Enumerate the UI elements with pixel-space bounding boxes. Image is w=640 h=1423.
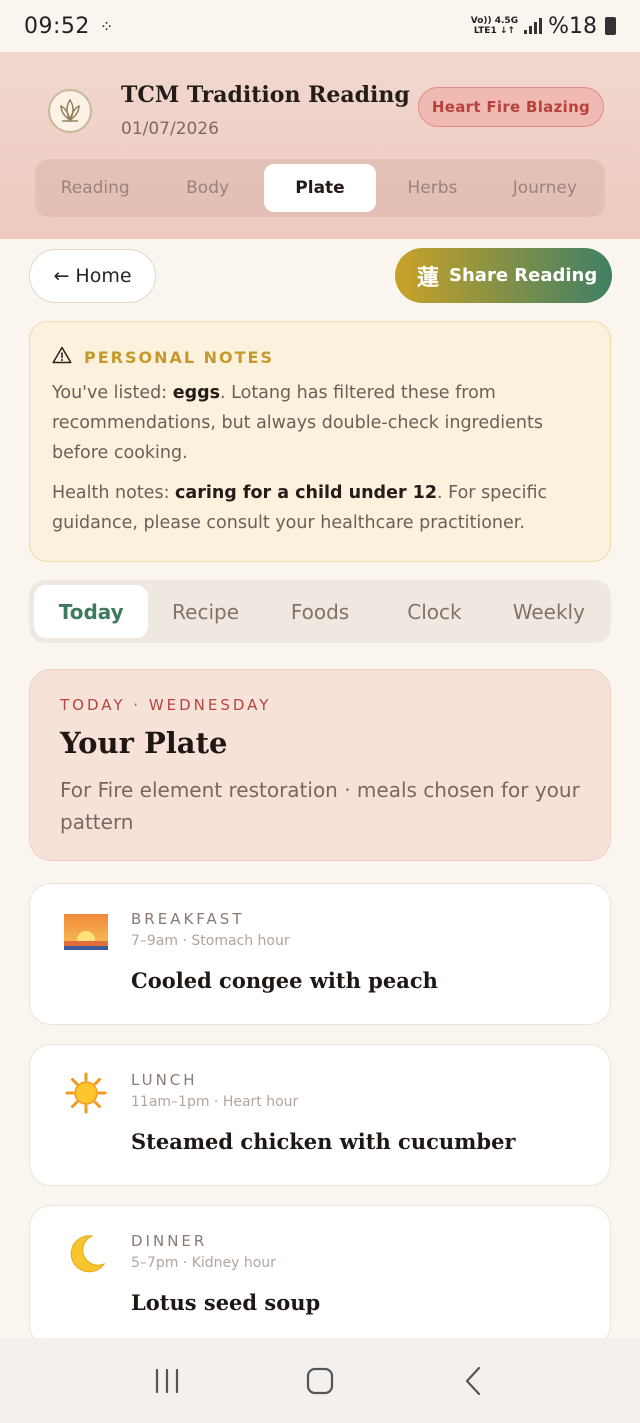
battery-icon	[605, 17, 616, 35]
home-button-label: Home	[75, 265, 132, 287]
meal-label: LUNCH	[131, 1071, 198, 1089]
subtab-clock[interactable]: Clock	[377, 585, 491, 638]
arrow-left-icon: ←	[53, 265, 70, 287]
notes-title: PERSONAL NOTES	[84, 347, 274, 367]
back-nav-icon[interactable]	[443, 1351, 503, 1411]
signal-icon	[524, 18, 543, 34]
meal-time: 7–9am · Stomach hour	[131, 933, 290, 949]
network-indicator: Vo)) 4.5G LTE1 ↓↑	[470, 16, 519, 36]
meal-name: Cooled congee with peach	[131, 968, 438, 993]
subtab-foods[interactable]: Foods	[263, 585, 377, 638]
meal-time: 11am–1pm · Heart hour	[131, 1094, 299, 1110]
tab-reading[interactable]: Reading	[39, 164, 151, 212]
subtab-weekly[interactable]: Weekly	[492, 585, 606, 638]
app-logo-icon	[48, 89, 92, 133]
app-title: TCM Tradition Reading	[121, 82, 410, 108]
health-value: caring for a child under 12	[175, 483, 438, 503]
warning-icon	[52, 346, 72, 368]
plate-day-label: TODAY · WEDNESDAY	[60, 696, 272, 714]
allergy-value: eggs	[172, 383, 221, 403]
lotus-glyph-icon: 蓮	[417, 265, 440, 291]
meal-card-lunch[interactable]: LUNCH 11am–1pm · Heart hour Steamed chic…	[29, 1044, 611, 1186]
plate-subtab-bar: Today Recipe Foods Clock Weekly	[29, 580, 611, 643]
pattern-badge[interactable]: Heart Fire Blazing	[418, 87, 604, 127]
health-note: Health notes: caring for a child under 1…	[52, 483, 548, 533]
notification-icon: ⁘	[99, 16, 114, 36]
share-button-label: Share Reading	[449, 265, 598, 286]
subtab-today[interactable]: Today	[34, 585, 149, 638]
home-nav-icon[interactable]	[290, 1351, 350, 1411]
home-button[interactable]: ← Home	[29, 249, 156, 303]
recent-apps-icon[interactable]	[137, 1351, 197, 1411]
system-nav-bar	[0, 1338, 640, 1423]
meal-card-breakfast[interactable]: BREAKFAST 7–9am · Stomach hour Cooled co…	[29, 883, 611, 1025]
meal-name: Steamed chicken with cucumber	[131, 1129, 516, 1154]
tab-herbs[interactable]: Herbs	[376, 164, 488, 212]
status-bar: 09:52 ⁘ Vo)) 4.5G LTE1 ↓↑ %18	[0, 0, 640, 52]
meal-name: Lotus seed soup	[131, 1290, 321, 1315]
plate-title: Your Plate	[60, 726, 228, 760]
tab-plate[interactable]: Plate	[263, 164, 377, 212]
meal-card-dinner[interactable]: DINNER 5–7pm · Kidney hour Lotus seed so…	[29, 1205, 611, 1347]
crescent-moon-icon	[70, 1235, 106, 1273]
reading-date: 01/07/2026	[121, 119, 219, 139]
sunrise-icon	[64, 914, 108, 950]
status-time: 09:52	[24, 13, 90, 39]
your-plate-card: TODAY · WEDNESDAY Your Plate For Fire el…	[29, 669, 611, 861]
personal-notes-card: PERSONAL NOTES You've listed: eggs. Lota…	[29, 321, 611, 562]
share-reading-button[interactable]: 蓮 Share Reading	[395, 248, 612, 303]
meal-label: DINNER	[131, 1232, 208, 1250]
main-tab-bar: Reading Body Plate Herbs Journey	[35, 159, 605, 217]
plate-subtitle: For Fire element restoration · meals cho…	[60, 778, 580, 834]
tab-journey[interactable]: Journey	[489, 164, 601, 212]
battery-level: %18	[548, 13, 597, 39]
allergy-note: You've listed: eggs. Lotang has filtered…	[52, 383, 543, 463]
meal-time: 5–7pm · Kidney hour	[131, 1255, 276, 1271]
meal-label: BREAKFAST	[131, 910, 245, 928]
app-header: TCM Tradition Reading 01/07/2026 Heart F…	[0, 52, 640, 239]
tab-body[interactable]: Body	[151, 164, 263, 212]
subtab-recipe[interactable]: Recipe	[148, 585, 262, 638]
sun-icon	[65, 1072, 107, 1114]
